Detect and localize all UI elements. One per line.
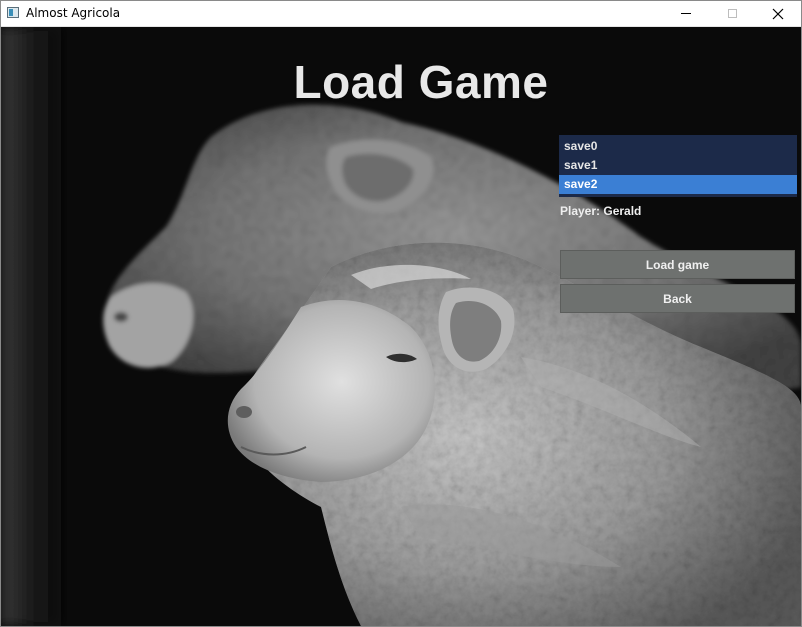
save-list[interactable]: save0 save1 save2 [559,135,797,197]
load-game-button[interactable]: Load game [560,250,795,279]
app-window-icon [7,7,19,18]
maximize-button[interactable] [709,1,755,26]
close-button[interactable] [755,1,801,26]
load-game-screen: Load Game save0 save1 save2 Player: Gera… [1,27,801,626]
save-list-item[interactable]: save0 [559,137,797,156]
minimize-icon [681,13,691,14]
back-button[interactable]: Back [560,284,795,313]
player-info-label: Player: Gerald [560,204,642,218]
save-list-item-selected[interactable]: save2 [559,175,797,194]
app-window: Almost Agricola Load Game save0 save1 sa… [0,0,802,627]
page-title: Load Game [293,56,549,108]
minimize-button[interactable] [663,1,709,26]
sheep-background-image [1,27,801,626]
window-title: Almost Agricola [26,6,121,20]
maximize-icon [727,9,737,18]
title-bar[interactable]: Almost Agricola [1,1,801,27]
close-icon [772,8,784,19]
save-list-item[interactable]: save1 [559,156,797,175]
